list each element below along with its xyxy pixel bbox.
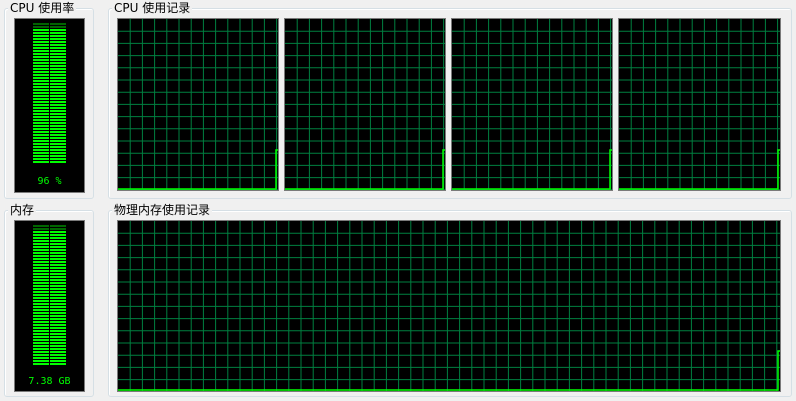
memory-bar — [33, 225, 66, 365]
cpu-usage-value: 96 % — [37, 176, 62, 187]
cpu-usage-bar — [33, 23, 66, 163]
memory-group: 内存 7.38 GB — [4, 203, 94, 397]
cpu-core-graph-2 — [284, 18, 446, 191]
cpu-core-graph-3 — [451, 18, 613, 191]
cpu-history-title: CPU 使用记录 — [112, 1, 193, 15]
memory-history-line — [118, 350, 780, 391]
memory-history-title: 物理内存使用记录 — [112, 203, 213, 217]
cpu-core-graph-4 — [618, 18, 781, 191]
memory-value: 7.38 GB — [28, 376, 71, 387]
memory-history-group: 物理内存使用记录 — [108, 203, 792, 397]
memory-meter: 7.38 GB — [14, 220, 85, 392]
memory-title: 内存 — [8, 203, 37, 217]
memory-history-graph — [117, 220, 781, 392]
cpu-usage-title: CPU 使用率 — [8, 1, 77, 15]
cpu-usage-group: CPU 使用率 96 % — [4, 1, 94, 199]
cpu-usage-meter: 96 % — [14, 18, 85, 193]
cpu-history-group: CPU 使用记录 — [108, 1, 792, 199]
cpu-core-graph-1 — [117, 18, 279, 191]
